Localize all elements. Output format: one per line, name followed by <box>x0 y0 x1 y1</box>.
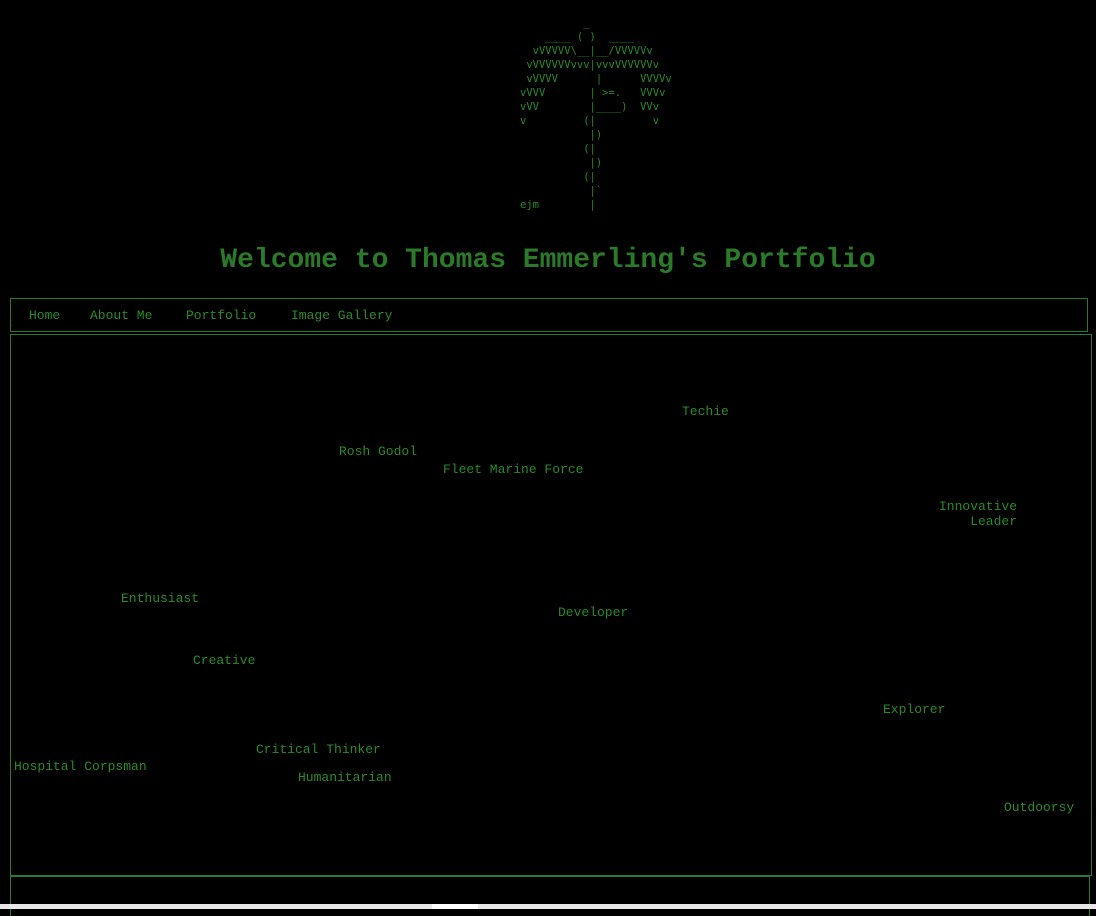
word-humanitarian[interactable]: Humanitarian <box>298 770 392 785</box>
nav-item-portfolio[interactable]: Portfolio <box>186 308 256 324</box>
word-rosh-godol[interactable]: Rosh Godol <box>339 444 417 459</box>
nav-item-about-me[interactable]: About Me <box>90 308 152 324</box>
word-fleet-marine-force[interactable]: Fleet Marine Force <box>443 462 583 477</box>
word-developer[interactable]: Developer <box>558 605 628 620</box>
word-enthusiast[interactable]: Enthusiast <box>121 591 199 606</box>
nav-item-home[interactable]: Home <box>29 308 60 324</box>
word-creative[interactable]: Creative <box>193 653 255 668</box>
word-hospital-corpsman[interactable]: Hospital Corpsman <box>14 759 147 774</box>
footer-panel <box>10 876 1090 916</box>
word-cloud: Techie Rosh Godol Fleet Marine Force Inn… <box>10 334 1092 876</box>
nav-bar: Home About Me Portfolio Image Gallery <box>10 298 1088 332</box>
page-title: Welcome to Thomas Emmerling's Portfolio <box>220 245 876 276</box>
word-critical-thinker[interactable]: Critical Thinker <box>256 742 381 757</box>
word-outdoorsy[interactable]: Outdoorsy <box>1004 800 1074 815</box>
word-techie[interactable]: Techie <box>682 404 729 419</box>
ascii-art-logo: _ ____ ( ) ____ vVVVVV\__|__/VVVVVv vVVV… <box>520 17 672 211</box>
nav-item-image-gallery[interactable]: Image Gallery <box>291 308 392 324</box>
word-innovative-leader[interactable]: Innovative Leader <box>939 499 1017 529</box>
word-explorer[interactable]: Explorer <box>883 702 945 717</box>
horizontal-scrollbar[interactable] <box>0 904 1096 909</box>
scrollbar-thumb[interactable] <box>432 904 478 909</box>
